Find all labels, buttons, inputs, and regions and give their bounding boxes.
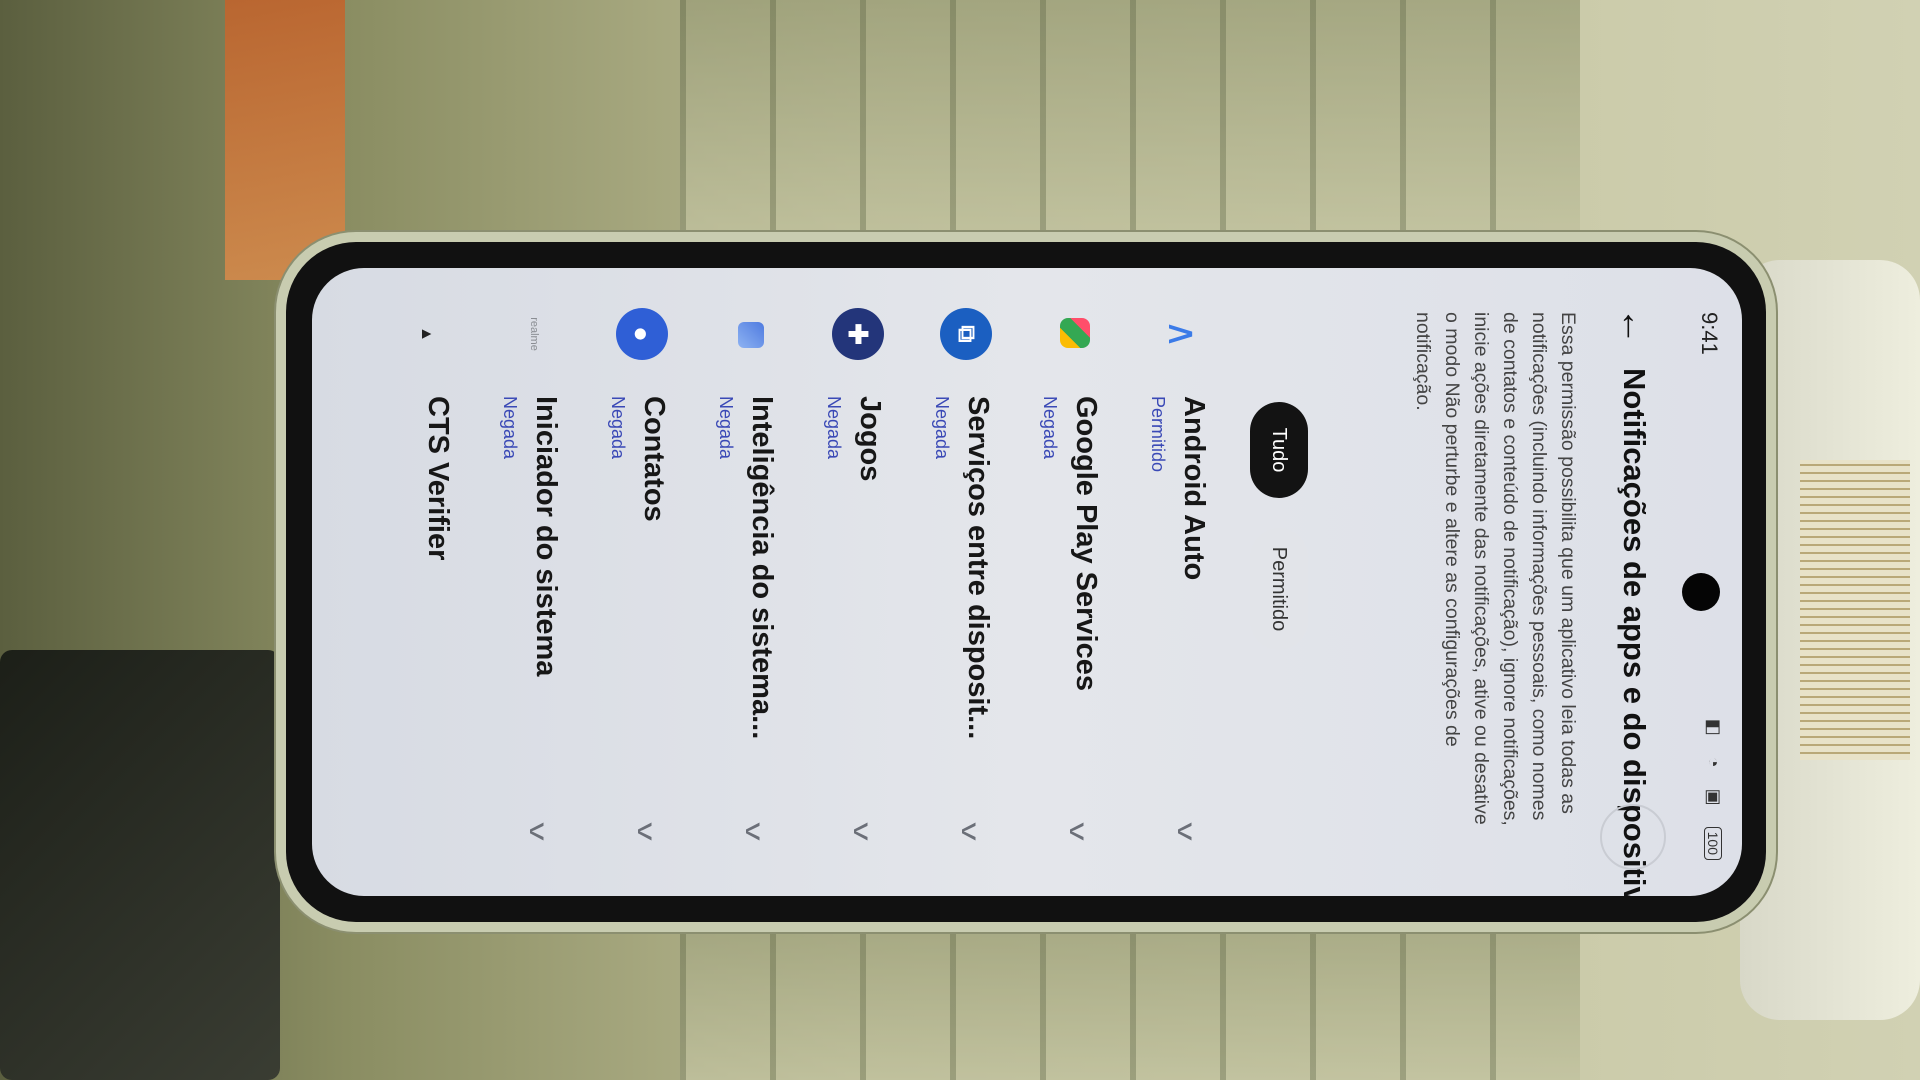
search-button[interactable] bbox=[1600, 804, 1666, 870]
list-item-cross-device-services[interactable]: ⧉ Serviços entre disposit... Negada v bbox=[898, 268, 1006, 896]
list-item-contacts[interactable]: ● Contatos Negada v bbox=[574, 268, 682, 896]
front-camera bbox=[1682, 573, 1720, 611]
app-status: Negada bbox=[932, 396, 952, 460]
app-name: Serviços entre disposit... bbox=[962, 396, 994, 740]
chevron-down-icon[interactable]: v bbox=[1171, 822, 1202, 840]
battery-icon: 100 bbox=[1704, 826, 1722, 860]
games-controller-icon: ✚ bbox=[832, 308, 884, 360]
chevron-down-icon[interactable]: v bbox=[1063, 822, 1094, 840]
chevron-down-icon[interactable]: v bbox=[739, 822, 770, 840]
list-item-android-auto[interactable]: ∧ Android Auto Permitido v bbox=[1114, 268, 1222, 896]
status-icons: ◧ ◔ ▣ 100 bbox=[1703, 719, 1724, 860]
chevron-down-icon[interactable]: v bbox=[955, 822, 986, 840]
app-list: ∧ Android Auto Permitido v Google Play S… bbox=[358, 268, 1222, 896]
android-auto-icon: ∧ bbox=[1160, 319, 1204, 349]
app-name: Contatos bbox=[638, 396, 670, 522]
system-intelligence-icon bbox=[738, 322, 764, 348]
list-item-google-play-services[interactable]: Google Play Services Negada v bbox=[1006, 268, 1114, 896]
app-name: CTS Verifier bbox=[422, 396, 454, 561]
app-status: Negada bbox=[824, 396, 844, 460]
contacts-icon: ● bbox=[616, 308, 668, 360]
chevron-down-icon[interactable]: v bbox=[523, 822, 554, 840]
app-bar: ← Notificações de apps e do dispositivo bbox=[1594, 268, 1666, 896]
app-status: Negada bbox=[716, 396, 736, 460]
app-status: Negada bbox=[608, 396, 628, 460]
google-play-services-icon bbox=[1060, 318, 1090, 348]
status-time: 9:41 bbox=[1697, 312, 1722, 355]
background-shelving-bottom bbox=[680, 900, 1580, 1080]
cts-verifier-icon: ▲ bbox=[418, 326, 435, 342]
app-name: Iniciador do sistema bbox=[530, 396, 562, 677]
background-shelving bbox=[680, 0, 1580, 240]
list-item-games[interactable]: ✚ Jogos Negada v bbox=[790, 268, 898, 896]
phone-screen: 9:41 ◧ ◔ ▣ 100 ← Notificações de apps e … bbox=[312, 268, 1742, 896]
background-orange-object bbox=[225, 0, 345, 280]
wifi-icon: ◔ bbox=[1704, 756, 1724, 776]
app-status: Permitido bbox=[1148, 396, 1168, 473]
system-launcher-icon: realme bbox=[528, 317, 540, 351]
chevron-down-icon[interactable]: v bbox=[847, 822, 878, 840]
cross-device-services-icon: ⧉ bbox=[940, 308, 992, 360]
list-item-system-launcher[interactable]: realme Iniciador do sistema Negada v bbox=[466, 268, 574, 896]
app-name: Android Auto bbox=[1178, 396, 1210, 581]
app-status: Negada bbox=[1040, 396, 1060, 460]
app-status: Negada bbox=[500, 396, 520, 460]
app-name: Jogos bbox=[854, 396, 886, 482]
app-name: Google Play Services bbox=[1070, 396, 1102, 691]
permission-description: Essa permissão possibilita que um aplica… bbox=[1412, 312, 1579, 826]
filter-chips: Tudo Permitido bbox=[1248, 268, 1308, 896]
filter-all-chip[interactable]: Tudo bbox=[1250, 402, 1308, 498]
back-arrow-icon[interactable]: ← bbox=[1610, 302, 1658, 350]
filter-allowed-chip[interactable]: Permitido bbox=[1250, 528, 1308, 650]
list-item-cts-verifier[interactable]: ▲ CTS Verifier bbox=[358, 268, 466, 896]
app-name: Inteligência do sistema... bbox=[746, 396, 778, 740]
background-camera-stand bbox=[0, 650, 280, 1080]
background-warning-label bbox=[1800, 460, 1910, 760]
sim-icon: ▣ bbox=[1704, 788, 1724, 814]
list-item-system-intelligence[interactable]: Inteligência do sistema... Negada v bbox=[682, 268, 790, 896]
chevron-down-icon[interactable]: v bbox=[631, 822, 662, 840]
nfc-icon: ◧ bbox=[1704, 718, 1724, 744]
rotated-ui: 9:41 ◧ ◔ ▣ 100 ← Notificações de apps e … bbox=[312, 268, 1742, 896]
